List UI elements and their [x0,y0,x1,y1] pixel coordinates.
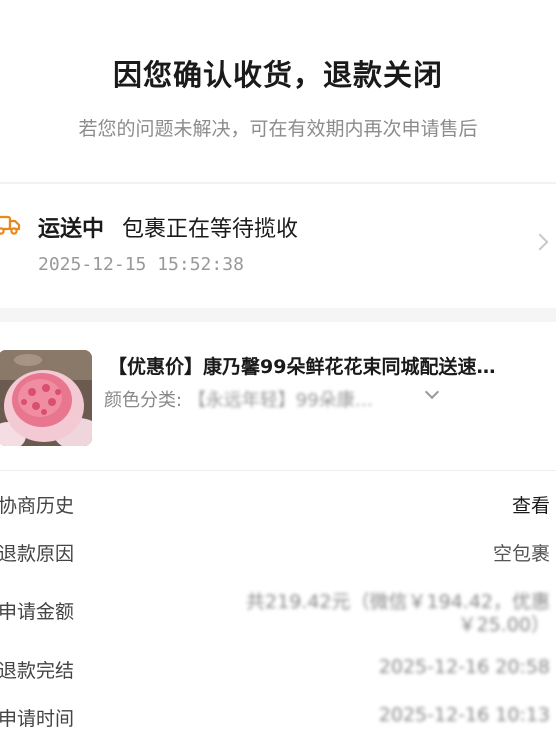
history-label: 协商历史 [0,495,75,517]
section-divider [0,308,556,322]
sku-label: 颜色分类: [104,390,183,411]
apply-time-value: 2025-12-16 10:13 [378,704,550,726]
apply-time-label: 申请时间 [0,708,75,730]
view-history-link[interactable]: 查看 [512,491,550,518]
chevron-down-icon[interactable] [424,384,440,400]
product-title[interactable]: 【优惠价】康乃馨99朵鲜花花束同城配送速… [108,352,548,379]
refund-reason-value: 空包裹 [492,543,550,565]
shipping-description: 包裹正在等待揽收 [122,217,299,242]
shipping-time: 2025-12-15 15:52:38 [38,254,244,275]
page-title: 因您确认收货，退款关闭 [112,58,443,92]
amount-label: 申请金额 [0,601,75,623]
refund-reason-label: 退款原因 [0,543,75,565]
amount-value-line2: ￥25.00） [457,614,550,636]
refund-completed-label: 退款完结 [0,660,75,682]
shipping-status: 运送中 [38,217,105,242]
section-divider [0,470,556,471]
refund-completed-value: 2025-12-16 20:58 [378,656,550,678]
sku-value: 【永远年轻】99朵康… [187,390,373,411]
product-sku[interactable]: 颜色分类: 【永远年轻】99朵康… [104,386,373,412]
shipping-card[interactable] [0,184,556,308]
product-thumbnail[interactable] [0,350,92,446]
page-subtitle: 若您的问题未解决，可在有效期内再次申请售后 [78,118,478,140]
truck-icon [0,215,21,235]
